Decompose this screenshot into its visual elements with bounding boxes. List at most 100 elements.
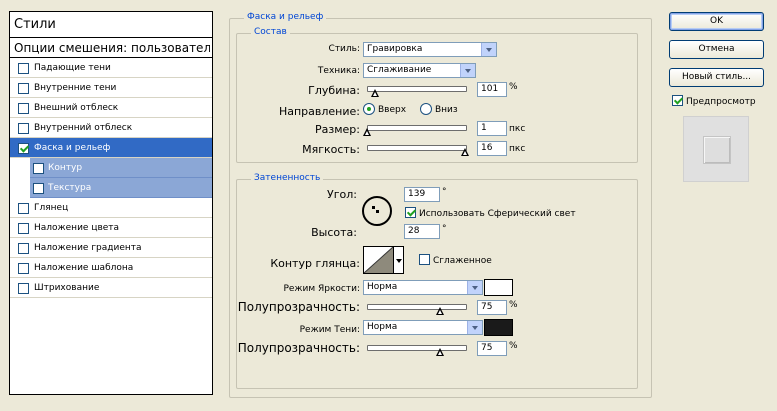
- highlight-mode-dropdown[interactable]: Норма: [363, 280, 483, 295]
- style-item-bevel-emboss[interactable]: Фаска и рельеф: [10, 138, 212, 158]
- chevron-down-icon[interactable]: [467, 281, 482, 294]
- new-style-button[interactable]: Новый стиль...: [669, 68, 764, 87]
- outer-glow-checkbox[interactable]: [18, 103, 29, 114]
- style-item-label: Внутренние тени: [34, 83, 117, 93]
- size-slider-handle[interactable]: [363, 128, 372, 137]
- angle-center-dot: [376, 210, 379, 213]
- style-item-label: Падающие тени: [34, 63, 111, 73]
- angle-pointer-icon: [372, 206, 375, 209]
- structure-group-title: Состав: [251, 27, 290, 38]
- soften-slider[interactable]: [367, 145, 467, 151]
- direction-label: Направление:: [278, 105, 360, 118]
- stroke-checkbox[interactable]: [18, 283, 29, 294]
- style-label: Стиль:: [328, 44, 360, 54]
- angle-unit: °: [442, 187, 447, 197]
- style-item-label: Наложение шаблона: [34, 263, 134, 273]
- satin-checkbox[interactable]: [18, 203, 29, 214]
- cancel-button[interactable]: Отмена: [669, 40, 764, 59]
- anti-aliased-label: Сглаженное: [433, 256, 492, 266]
- gloss-contour-label: Контур глянца:: [270, 257, 360, 270]
- highlight-opacity-unit: %: [509, 300, 518, 310]
- shadow-color-swatch[interactable]: [484, 319, 513, 336]
- depth-slider-handle[interactable]: [371, 89, 380, 98]
- style-item-label: Фаска и рельеф: [34, 143, 111, 153]
- highlight-opacity-input[interactable]: 75: [477, 300, 507, 315]
- blending-options-item[interactable]: Опции смешения: пользовательск: [14, 39, 210, 57]
- style-item-label: Внешний отблеск: [34, 103, 119, 113]
- size-slider[interactable]: [367, 125, 467, 131]
- shadow-opacity-label: Полупрозрачность:: [237, 341, 360, 355]
- shadow-mode-dropdown[interactable]: Норма: [363, 320, 483, 335]
- style-item-outer-glow[interactable]: Внешний отблеск: [10, 98, 212, 118]
- highlight-mode-value: Норма: [367, 282, 398, 292]
- style-item-inner-glow[interactable]: Внутренний отблеск: [10, 118, 212, 138]
- style-dropdown[interactable]: Гравировка: [363, 42, 497, 57]
- altitude-input[interactable]: 28: [404, 224, 440, 239]
- shadow-opacity-slider-handle[interactable]: [436, 348, 445, 357]
- gloss-contour-preview[interactable]: [363, 246, 394, 274]
- bevel-emboss-checkbox[interactable]: [18, 143, 29, 154]
- direction-up-radio[interactable]: [363, 103, 375, 115]
- style-item-label: Штрихование: [34, 283, 100, 293]
- soften-unit: пкс: [509, 144, 526, 154]
- inner-glow-checkbox[interactable]: [18, 123, 29, 134]
- soften-slider-handle[interactable]: [461, 148, 470, 157]
- highlight-color-swatch[interactable]: [484, 279, 513, 296]
- soften-label: Мягкость:: [302, 143, 360, 156]
- chevron-down-icon[interactable]: [460, 64, 475, 77]
- style-item-gradient-overlay[interactable]: Наложение градиента: [10, 238, 212, 258]
- angle-input[interactable]: 139: [404, 187, 440, 202]
- style-item-contour[interactable]: Контур: [30, 158, 212, 178]
- styles-list-title: Стили: [14, 17, 56, 32]
- preview-checkbox[interactable]: [672, 95, 683, 106]
- global-light-checkbox[interactable]: [405, 207, 416, 218]
- direction-down-radio[interactable]: [420, 103, 432, 115]
- style-item-label: Глянец: [34, 203, 69, 213]
- altitude-label: Высота:: [311, 226, 357, 239]
- highlight-opacity-label: Полупрозрачность:: [237, 300, 360, 314]
- style-item-inner-shadow[interactable]: Внутренние тени: [10, 78, 212, 98]
- texture-checkbox[interactable]: [33, 183, 44, 194]
- depth-input[interactable]: 101: [477, 82, 507, 97]
- chevron-down-icon[interactable]: [467, 321, 482, 334]
- style-preview-thumbnail: [683, 116, 749, 182]
- style-item-texture[interactable]: Текстура: [30, 178, 212, 198]
- gradient-overlay-checkbox[interactable]: [18, 243, 29, 254]
- inner-shadow-checkbox[interactable]: [18, 83, 29, 94]
- style-item-stroke[interactable]: Штрихование: [10, 278, 212, 298]
- highlight-opacity-slider-handle[interactable]: [436, 307, 445, 316]
- shadow-opacity-slider[interactable]: [367, 345, 467, 351]
- style-item-satin[interactable]: Глянец: [10, 198, 212, 218]
- direction-up-label: Вверх: [378, 105, 407, 115]
- chevron-down-icon: [396, 259, 402, 263]
- anti-aliased-checkbox[interactable]: [419, 254, 430, 265]
- style-item-label: Контур: [48, 163, 83, 173]
- style-item-drop-shadow[interactable]: Падающие тени: [10, 58, 212, 78]
- depth-label: Глубина:: [308, 84, 360, 97]
- contour-checkbox[interactable]: [33, 163, 44, 174]
- shadow-opacity-input[interactable]: 75: [477, 341, 507, 356]
- angle-dial[interactable]: [362, 196, 392, 226]
- angle-label: Угол:: [327, 188, 357, 201]
- technique-dropdown[interactable]: Сглаживание: [363, 63, 476, 78]
- pattern-overlay-checkbox[interactable]: [18, 263, 29, 274]
- style-item-pattern-overlay[interactable]: Наложение шаблона: [10, 258, 212, 278]
- contour-curve-icon: [364, 247, 393, 273]
- gloss-contour-dropdown[interactable]: [394, 246, 404, 274]
- highlight-opacity-slider[interactable]: [367, 304, 467, 310]
- shadow-mode-label: Режим Тени:: [299, 325, 360, 335]
- technique-dropdown-value: Сглаживание: [367, 65, 432, 75]
- ok-button[interactable]: OK: [669, 12, 764, 31]
- drop-shadow-checkbox[interactable]: [18, 63, 29, 74]
- shading-group-title: Затененность: [251, 173, 324, 184]
- size-input[interactable]: 1: [477, 121, 507, 136]
- style-item-label: Внутренний отблеск: [34, 123, 133, 133]
- chevron-down-icon[interactable]: [481, 43, 496, 56]
- depth-unit: %: [509, 82, 518, 92]
- soften-input[interactable]: 16: [477, 141, 507, 156]
- style-dropdown-value: Гравировка: [367, 44, 423, 54]
- depth-slider[interactable]: [367, 86, 467, 92]
- style-item-color-overlay[interactable]: Наложение цвета: [10, 218, 212, 238]
- color-overlay-checkbox[interactable]: [18, 223, 29, 234]
- size-unit: пкс: [509, 124, 526, 134]
